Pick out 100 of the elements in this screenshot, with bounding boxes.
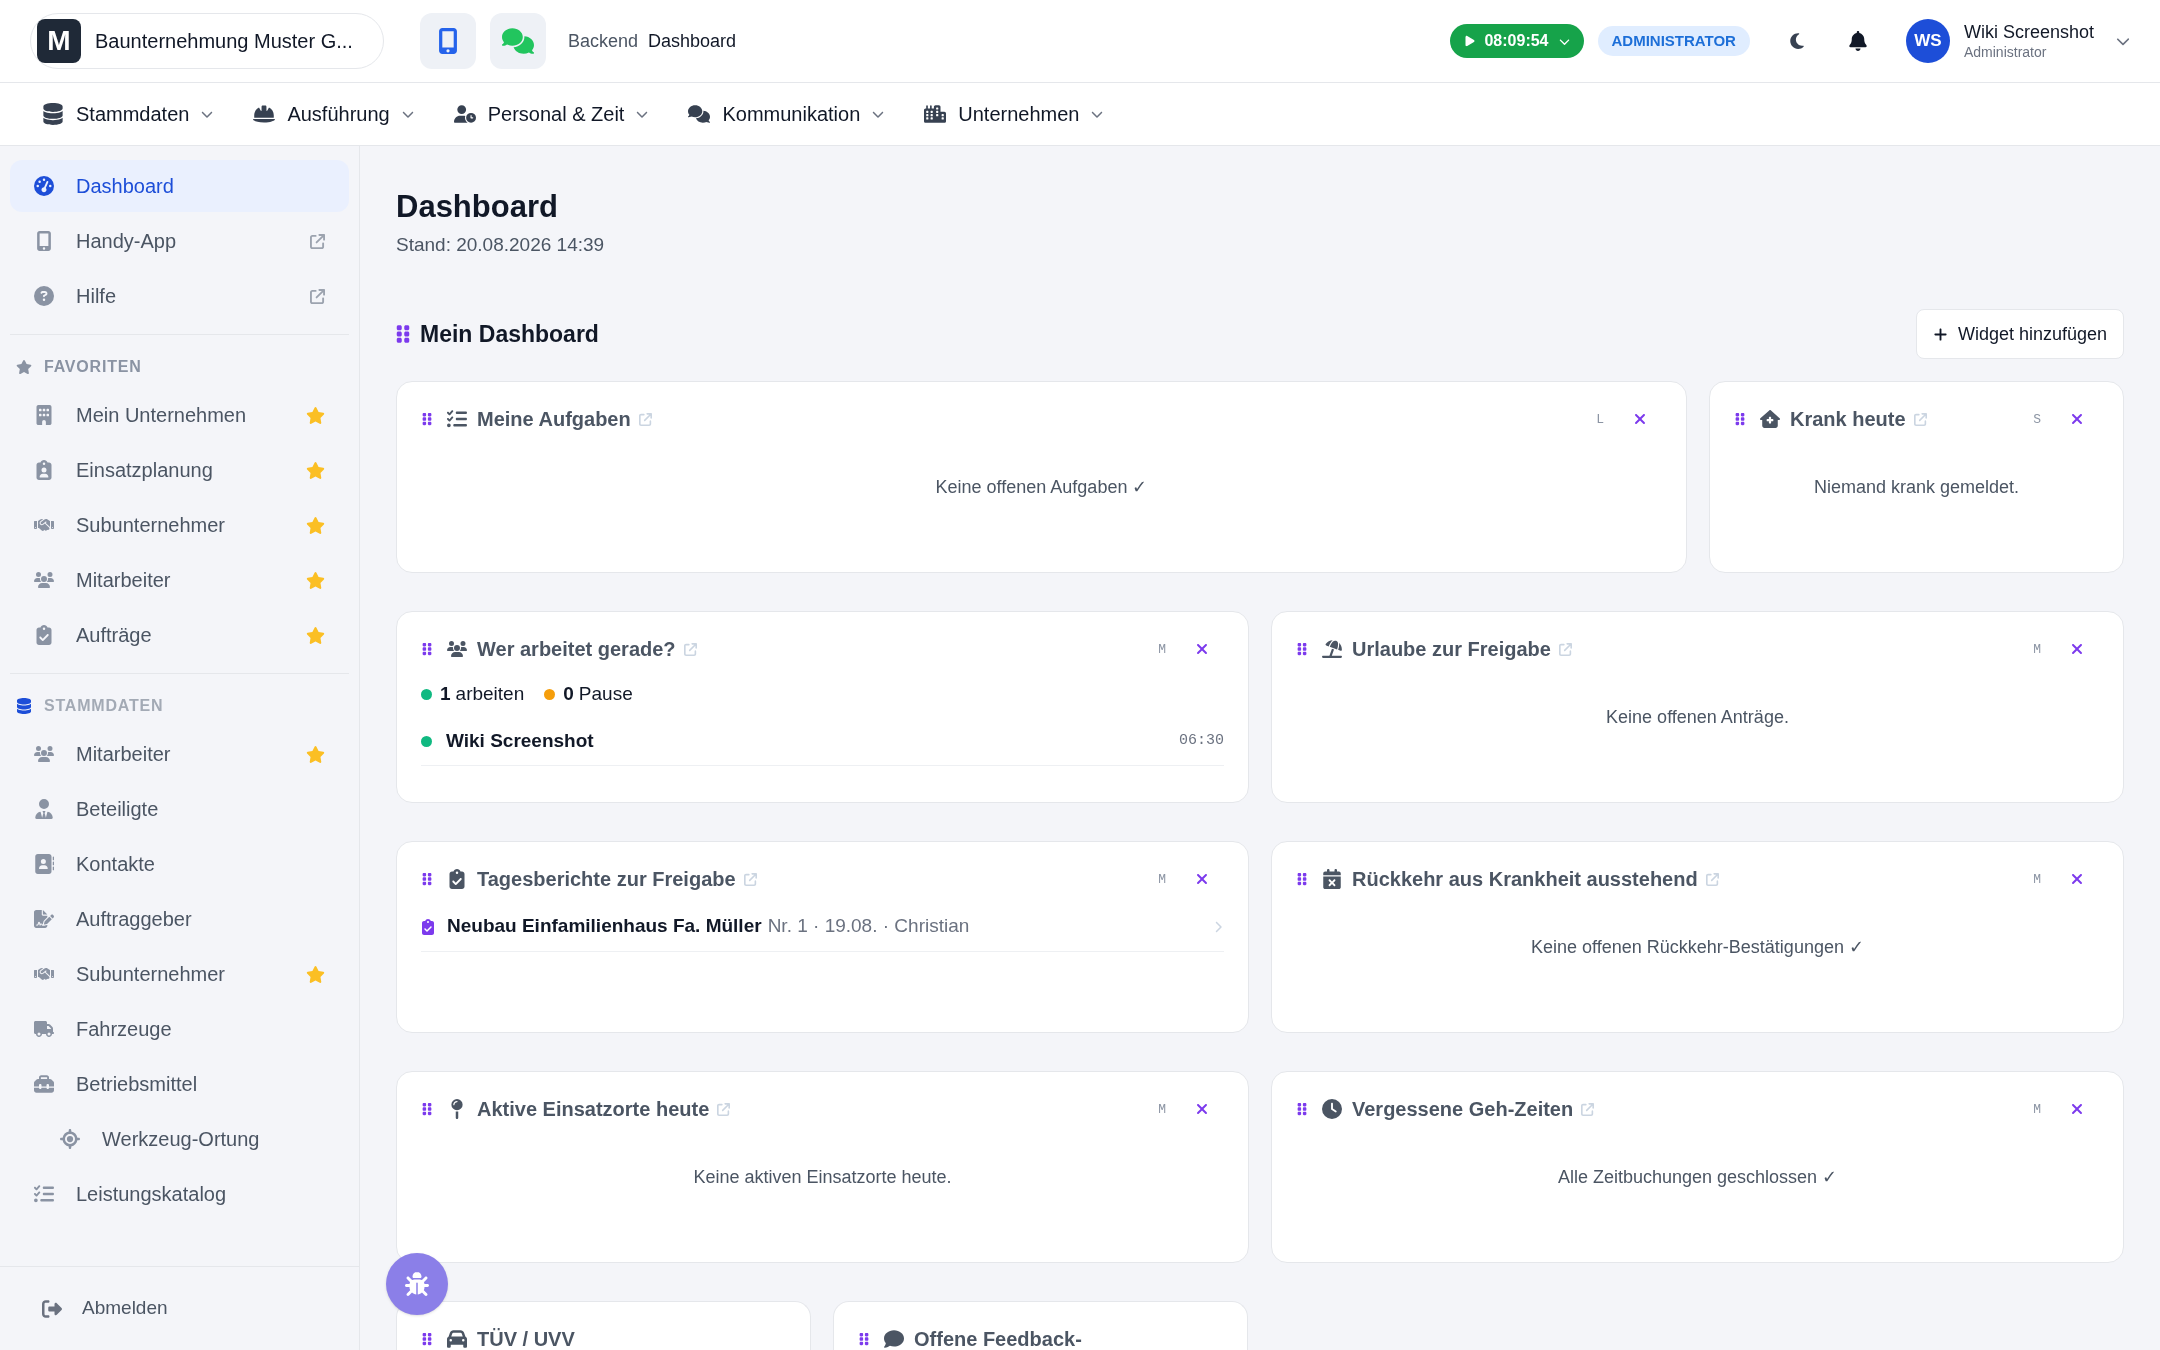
- sidebar-label: Fahrzeuge: [76, 1017, 173, 1042]
- sidebar-label: Subunternehmer: [76, 513, 226, 538]
- buildings-icon: [924, 103, 947, 125]
- sidebar-item[interactable]: Handy-App: [10, 215, 349, 267]
- drag-handle-icon[interactable]: [421, 1102, 433, 1117]
- drag-handle-icon[interactable]: [421, 412, 433, 427]
- star-icon[interactable]: [306, 625, 325, 645]
- breadcrumb-page: Dashboard: [648, 29, 737, 53]
- database-icon: [16, 698, 32, 714]
- report-row[interactable]: Neubau Einfamilienhaus Fa. Müller Nr. 1 · 19.08. · Christian: [421, 912, 1224, 952]
- hard-hat-icon: [253, 103, 276, 125]
- dark-mode-icon[interactable]: [1787, 32, 1806, 50]
- sidebar-label: Kontakte: [76, 852, 156, 877]
- sidebar-item[interactable]: Beteiligte: [10, 783, 349, 835]
- star-icon[interactable]: [306, 405, 325, 425]
- sidebar-item[interactable]: Subunternehmer: [10, 948, 349, 1000]
- sidebar-item[interactable]: Leistungskatalog: [10, 1168, 349, 1220]
- widget-title: Urlaube zur Freigabe: [1352, 637, 1551, 663]
- sidebar-item[interactable]: Auftraggeber: [10, 893, 349, 945]
- help-icon: [34, 286, 54, 306]
- building-icon: [34, 405, 54, 425]
- house-medical-icon: [1760, 409, 1780, 430]
- widget-title: Tagesberichte zur Freigabe: [477, 867, 736, 893]
- logout-link[interactable]: Abmelden: [42, 1294, 168, 1323]
- sidebar-item[interactable]: Fahrzeuge: [10, 1003, 349, 1055]
- menu-item[interactable]: Unternehmen: [924, 99, 1104, 129]
- sidebar-item[interactable]: Mein Unternehmen: [10, 389, 349, 441]
- menu-item[interactable]: Ausführung: [253, 99, 414, 129]
- user-role: Administrator: [1963, 43, 2048, 61]
- section-title: Mein Dashboard: [420, 320, 599, 349]
- drag-handle-icon[interactable]: [1296, 642, 1308, 657]
- widget-title: Wer arbeitet gerade?: [477, 637, 676, 663]
- sidebar-item[interactable]: Kontakte: [10, 838, 349, 890]
- empty-message: Keine aktiven Einsatzorte heute.: [693, 1166, 952, 1190]
- sidebar-item[interactable]: Mitarbeiter: [10, 728, 349, 780]
- play-icon: [1464, 35, 1477, 47]
- menu-item[interactable]: Stammdaten: [42, 99, 214, 129]
- empty-message: Alle Zeitbuchungen geschlossen ✓: [1557, 1166, 1838, 1190]
- widget-title: Rückkehr aus Krankheit ausstehend: [1352, 867, 1698, 893]
- empty-message: Keine offenen Anträge.: [1606, 706, 1789, 730]
- crosshair-icon: [60, 1129, 80, 1149]
- sidebar-item[interactable]: Subunternehmer: [10, 499, 349, 551]
- sidebar-item[interactable]: Werkzeug-Ortung: [10, 1113, 349, 1165]
- sidebar-label: Mitarbeiter: [76, 742, 172, 767]
- sidebar-label: Aufträge: [76, 623, 153, 648]
- bug-icon: [405, 1272, 429, 1296]
- mobile-app-button[interactable]: [420, 13, 476, 69]
- drag-handle-icon[interactable]: [421, 1332, 433, 1347]
- sidebar-label: Handy-App: [76, 229, 178, 254]
- sidebar-item[interactable]: Betriebsmittel: [10, 1058, 349, 1110]
- star-icon[interactable]: [306, 515, 325, 535]
- star-icon[interactable]: [306, 460, 325, 480]
- section-heading: STAMMDATEN: [44, 696, 164, 716]
- sidebar-item[interactable]: Aufträge: [10, 609, 349, 661]
- star-icon[interactable]: [306, 570, 325, 590]
- menu-item[interactable]: Kommunikation: [688, 99, 885, 129]
- user-menu[interactable]: WS Wiki Screenshot Administrator: [1905, 19, 2130, 63]
- star-icon: [16, 359, 32, 375]
- drag-handle-icon[interactable]: [1296, 1102, 1308, 1117]
- people-icon: [34, 570, 54, 590]
- sidebar-label: Auftraggeber: [76, 907, 193, 932]
- sidebar-item[interactable]: Hilfe: [10, 270, 349, 322]
- sidebar-item[interactable]: Dashboard: [10, 160, 349, 212]
- phone-icon: [34, 231, 54, 251]
- company-logo: M: [37, 19, 81, 63]
- sidebar-item[interactable]: Einsatzplanung: [10, 444, 349, 496]
- report-title: Neubau Einfamilienhaus Fa. Müller: [447, 914, 762, 939]
- status-count: 1: [440, 682, 451, 707]
- menu-item[interactable]: Personal & Zeit: [453, 99, 649, 129]
- clipboard-user-icon: [34, 460, 54, 480]
- clipboard-check-icon: [34, 625, 54, 645]
- breadcrumb-section[interactable]: Backend: [568, 27, 639, 55]
- page-title: Dashboard: [396, 188, 559, 226]
- person-name[interactable]: Wiki Screenshot: [446, 726, 594, 756]
- drag-handle-icon[interactable]: [858, 1332, 870, 1347]
- sidebar-label: Subunternehmer: [76, 962, 226, 987]
- user-name: Wiki Screenshot: [1963, 21, 2094, 44]
- sidebar-label: Leistungskatalog: [76, 1182, 228, 1207]
- checklist-icon: [34, 1184, 54, 1204]
- user-clock-icon: [453, 103, 476, 125]
- drag-handle-icon[interactable]: [1734, 412, 1746, 427]
- add-widget-button[interactable]: Widget hinzufügen: [1915, 309, 2124, 360]
- widget-title: TÜV / UVV: [477, 1327, 575, 1350]
- drag-handle-icon[interactable]: [1296, 872, 1308, 887]
- drag-handle-icon[interactable]: [421, 872, 433, 887]
- chat-bubbles-icon: [688, 103, 711, 125]
- section-heading: FAVORITEN: [44, 357, 142, 377]
- user-avatar: WS: [1905, 19, 1950, 63]
- drag-handle-icon[interactable]: [421, 642, 433, 657]
- signed-document-icon: [34, 909, 54, 929]
- sidebar-item[interactable]: Mitarbeiter: [10, 554, 349, 606]
- status-label: arbeiten: [455, 682, 525, 707]
- checklist-icon: [447, 409, 467, 430]
- star-icon[interactable]: [306, 744, 325, 764]
- empty-message: Keine offenen Rückkehr-Bestätigungen ✓: [1531, 936, 1864, 960]
- contact-card-icon: [34, 854, 54, 874]
- sidebar-label: Mein Unternehmen: [76, 403, 248, 428]
- star-icon[interactable]: [306, 964, 325, 984]
- bug-report-button[interactable]: [386, 1253, 448, 1315]
- notification-bell-icon[interactable]: [1847, 31, 1868, 51]
